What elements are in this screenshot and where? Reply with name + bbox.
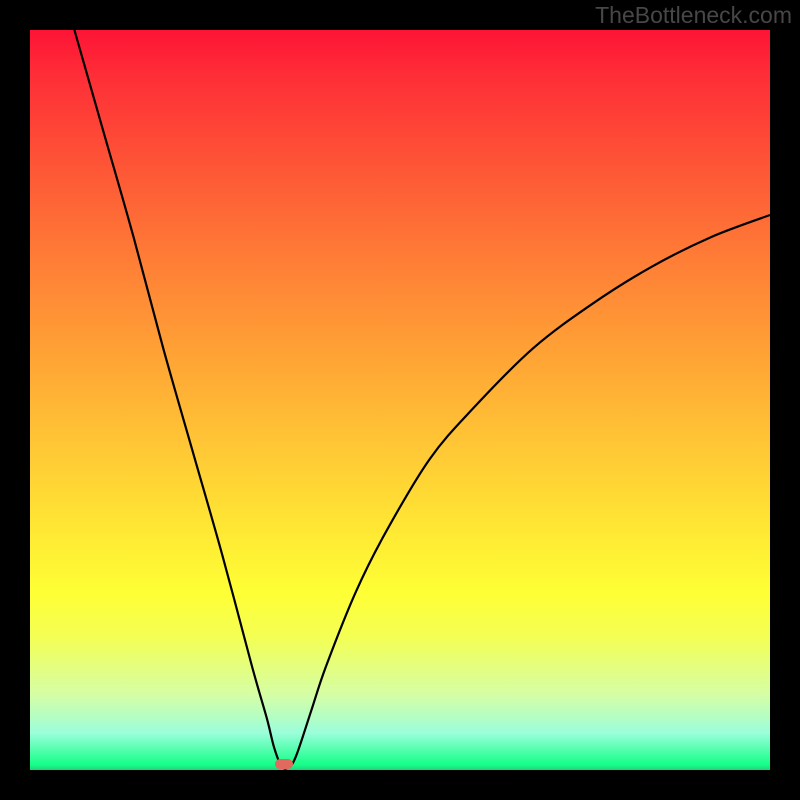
chart-frame: TheBottleneck.com [0, 0, 800, 800]
bottleneck-curve [30, 30, 770, 770]
min-marker [275, 759, 293, 769]
curve-path [74, 30, 770, 769]
watermark-text: TheBottleneck.com [595, 2, 792, 29]
plot-area [30, 30, 770, 770]
